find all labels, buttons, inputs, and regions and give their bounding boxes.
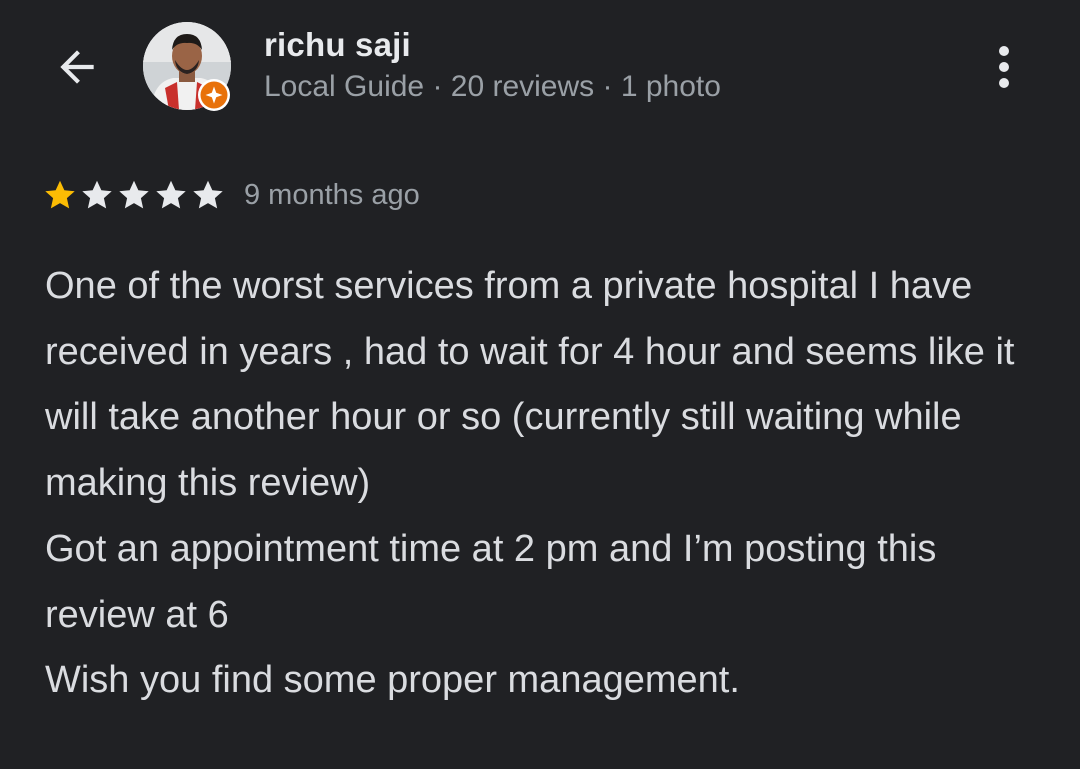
star-rating (42, 177, 227, 213)
arrow-back-icon (60, 50, 94, 84)
more-options-button[interactable] (978, 38, 1030, 96)
review-header: richu saji Local Guide · 20 reviews · 1 … (0, 0, 1080, 130)
avatar[interactable] (143, 22, 233, 112)
rating-row: 9 months ago (42, 172, 420, 218)
local-guide-badge-icon (198, 79, 230, 111)
star-filled-icon (45, 180, 75, 209)
review-time: 9 months ago (244, 178, 420, 211)
user-meta: Local Guide · 20 reviews · 1 photo (264, 70, 721, 103)
review-text: One of the worst services from a private… (45, 265, 1015, 702)
more-vert-icon (999, 46, 1009, 88)
star-empty-icon (119, 180, 149, 209)
star-empty-icon (82, 180, 112, 209)
star-empty-icon (156, 180, 186, 209)
user-name[interactable]: richu saji (264, 26, 411, 64)
star-empty-icon (193, 180, 223, 209)
back-button[interactable] (48, 40, 106, 94)
